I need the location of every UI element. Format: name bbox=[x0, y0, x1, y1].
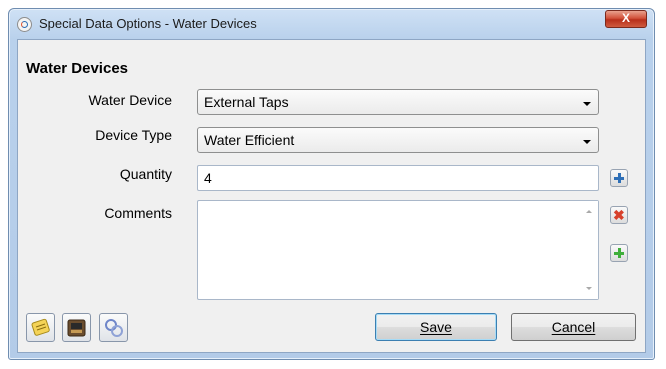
delete-button[interactable]: ✖ bbox=[610, 206, 628, 224]
quantity-label: Quantity bbox=[119, 166, 172, 182]
cancel-button-label: Cancel bbox=[551, 319, 596, 335]
chevron-down-icon bbox=[583, 140, 591, 144]
add-green-button[interactable] bbox=[610, 244, 628, 262]
window-title: Special Data Options - Water Devices bbox=[39, 16, 257, 31]
delete-icon: ✖ bbox=[613, 207, 625, 223]
archive-icon bbox=[67, 319, 86, 337]
notes-button[interactable] bbox=[26, 313, 55, 342]
app-icon bbox=[17, 17, 32, 32]
water-device-value: External Taps bbox=[204, 94, 289, 110]
dialog-body bbox=[17, 39, 646, 353]
help-button[interactable] bbox=[99, 313, 128, 342]
save-button[interactable]: Save bbox=[375, 313, 497, 341]
device-type-select[interactable]: Water Efficient bbox=[197, 127, 599, 153]
device-type-value: Water Efficient bbox=[204, 132, 295, 148]
comments-scrollbar[interactable] bbox=[581, 201, 598, 299]
scroll-down-arrow-icon[interactable] bbox=[586, 287, 592, 290]
device-type-label: Device Type bbox=[95, 127, 172, 143]
quantity-input[interactable]: 4 bbox=[197, 165, 599, 191]
cancel-button[interactable]: Cancel bbox=[511, 313, 636, 341]
water-device-select[interactable]: External Taps bbox=[197, 89, 599, 115]
notes-icon bbox=[31, 318, 50, 336]
archive-button[interactable] bbox=[62, 313, 91, 342]
add-button[interactable] bbox=[610, 169, 628, 187]
save-button-label: Save bbox=[420, 319, 452, 335]
comments-textarea[interactable] bbox=[197, 200, 599, 300]
title-bar[interactable]: Special Data Options - Water Devices X bbox=[9, 9, 654, 39]
group-title: Water Devices bbox=[26, 60, 128, 77]
scroll-up-arrow-icon[interactable] bbox=[586, 210, 592, 213]
quantity-value: 4 bbox=[204, 170, 212, 186]
close-button[interactable]: X bbox=[605, 10, 647, 28]
chevron-down-icon bbox=[583, 102, 591, 106]
comments-label: Comments bbox=[104, 205, 172, 221]
water-device-label: Water Device bbox=[88, 92, 172, 108]
help-icon bbox=[105, 319, 123, 337]
